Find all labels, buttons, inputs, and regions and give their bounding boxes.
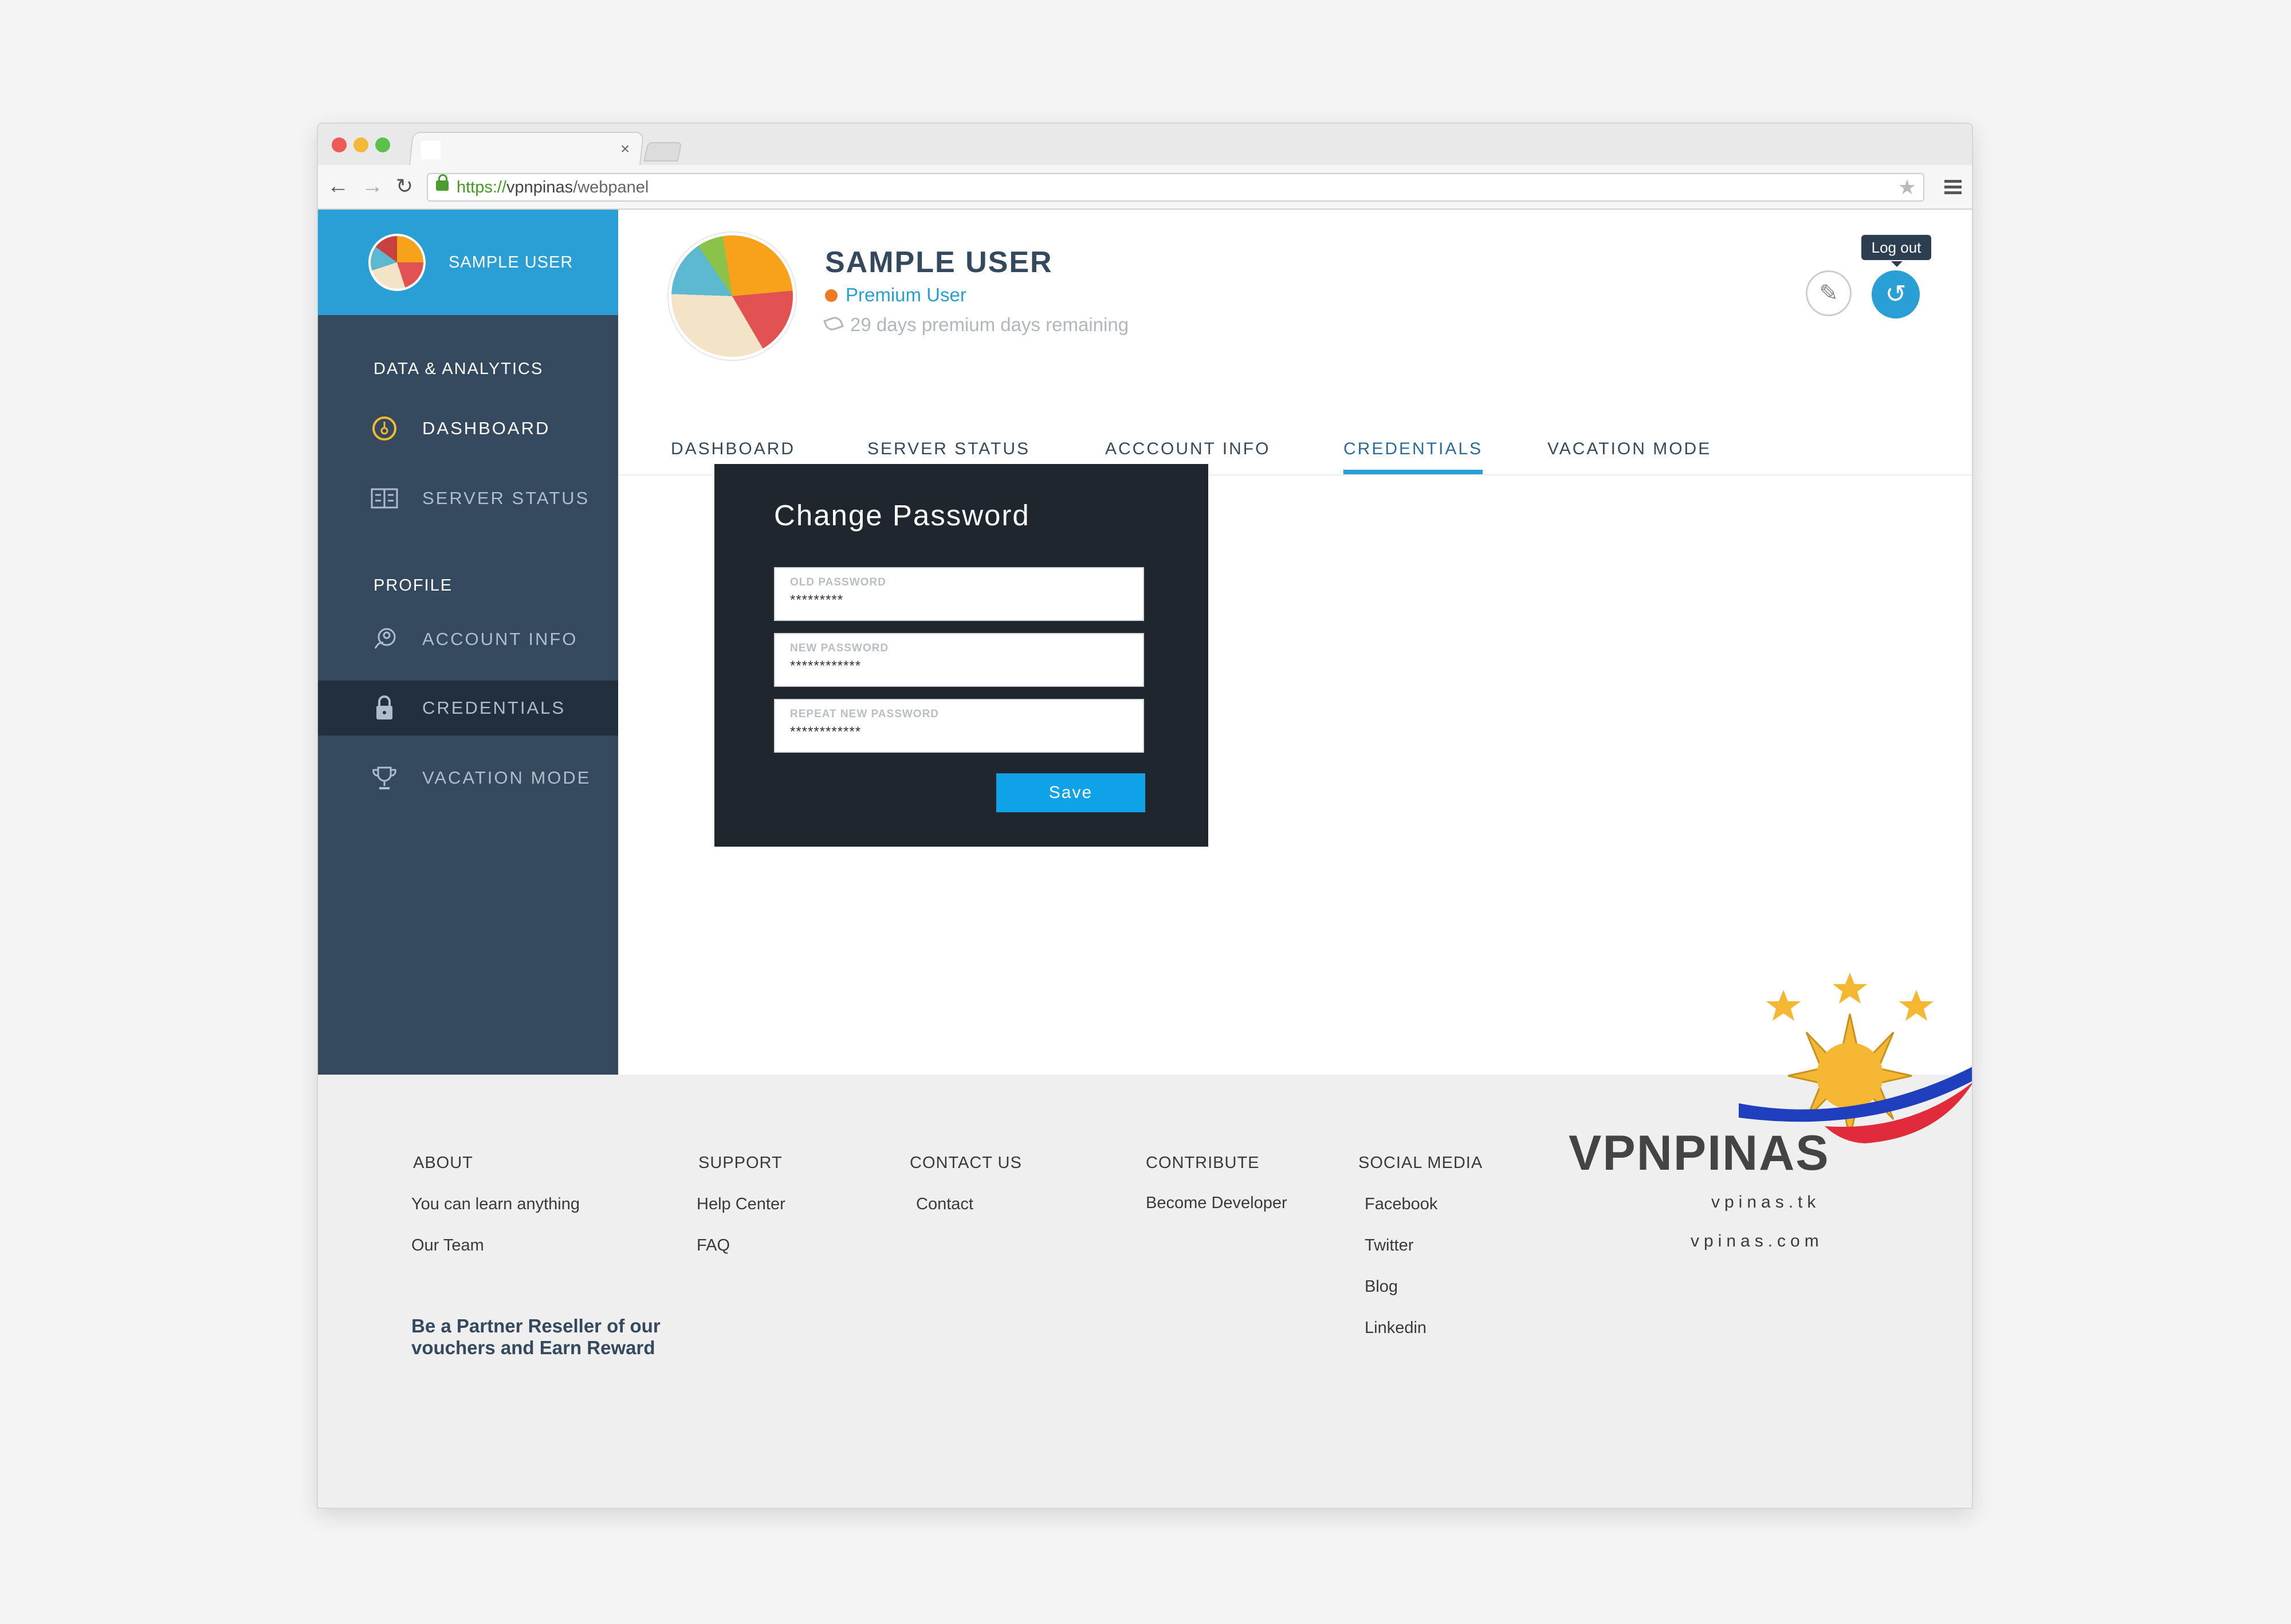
reload-icon[interactable]: ↻: [396, 172, 413, 200]
profile-avatar: [669, 233, 796, 360]
plan-label: Premium User: [846, 284, 966, 305]
footer-link[interactable]: Linkedin: [1365, 1319, 1427, 1338]
sidebar-item-server-status[interactable]: SERVER STATUS: [318, 471, 618, 526]
url-host: vpnpinas: [506, 178, 573, 196]
browser-menu-icon[interactable]: [1944, 180, 1962, 197]
close-window-dot[interactable]: [332, 137, 347, 152]
browser-window: × ← → ↻ https://vpnpinas/webpanel ★ SAMP…: [317, 123, 1973, 1509]
tab-favicon: [421, 141, 441, 159]
sidebar-section-analytics: DATA & ANALYTICS: [374, 360, 544, 378]
tab-credentials[interactable]: CREDENTIALS: [1343, 433, 1483, 474]
star-icon: [1766, 973, 1934, 1021]
field-label: OLD PASSWORD: [790, 576, 886, 588]
zoom-window-dot[interactable]: [375, 137, 390, 152]
field-label: NEW PASSWORD: [790, 642, 889, 654]
tab-close-icon[interactable]: ×: [620, 140, 630, 158]
partner-line: Be a Partner Reseller of our: [411, 1315, 661, 1336]
footer-link[interactable]: Contact: [916, 1195, 973, 1214]
tab-vacation-mode[interactable]: VACATION MODE: [1547, 433, 1711, 474]
days-remaining-text: 29 days premium days remaining: [850, 314, 1129, 335]
leaf-icon: [823, 314, 844, 333]
footer-link[interactable]: Blog: [1365, 1277, 1398, 1296]
field-value: *********: [790, 592, 844, 608]
footer-link[interactable]: Facebook: [1365, 1195, 1437, 1214]
sidebar-item-label: CREDENTIALS: [422, 698, 566, 718]
tab-strip: ×: [318, 124, 1972, 166]
sidebar-item-label: ACCOUNT INFO: [422, 629, 578, 649]
logout-button[interactable]: ↺: [1872, 270, 1920, 318]
trophy-icon: [372, 766, 396, 789]
lock-icon: [376, 695, 392, 719]
minimize-window-dot[interactable]: [353, 137, 368, 152]
back-arrow-icon[interactable]: ←: [327, 172, 349, 200]
save-button[interactable]: Save: [996, 773, 1145, 812]
new-password-field[interactable]: NEW PASSWORD ************: [774, 633, 1144, 687]
change-password-card: Change Password OLD PASSWORD ********* N…: [714, 464, 1208, 847]
footer: ABOUT You can learn anything Our Team SU…: [318, 1075, 1972, 1508]
days-remaining: 29 days premium days remaining: [823, 314, 1129, 336]
footer-link[interactable]: Help Center: [697, 1195, 785, 1214]
footer-contact-heading: CONTACT US: [910, 1154, 1022, 1172]
footer-link[interactable]: You can learn anything: [411, 1195, 580, 1214]
address-bar[interactable]: https://vpnpinas/webpanel ★: [427, 173, 1924, 202]
edit-profile-button[interactable]: ✎: [1806, 270, 1852, 316]
url-scheme: https://: [457, 178, 507, 196]
card-title: Change Password: [774, 499, 1030, 532]
url-path: /webpanel: [573, 178, 649, 196]
footer-link[interactable]: Become Developer: [1146, 1194, 1287, 1213]
footer-support-heading: SUPPORT: [698, 1154, 783, 1172]
dashboard-gauge-icon: [372, 416, 396, 441]
bookmark-star-icon[interactable]: ★: [1898, 174, 1916, 200]
plan-badge: Premium User: [825, 284, 966, 306]
domain-link[interactable]: vpinas.com: [1691, 1232, 1824, 1251]
footer-contribute-heading: CONTRIBUTE: [1146, 1154, 1260, 1172]
sidebar-item-credentials[interactable]: CREDENTIALS: [318, 681, 618, 736]
pencil-icon: ✎: [1819, 281, 1838, 306]
browser-tab[interactable]: [408, 132, 645, 166]
sidebar-user-name: SAMPLE USER: [449, 253, 573, 272]
status-dot-icon: [825, 289, 838, 302]
footer-about-heading: ABOUT: [413, 1154, 473, 1172]
footer-social-heading: SOCIAL MEDIA: [1358, 1154, 1483, 1172]
field-value: ************: [790, 724, 862, 740]
secure-lock-icon: [436, 174, 449, 191]
sidebar-item-label: VACATION MODE: [422, 768, 591, 788]
footer-link[interactable]: FAQ: [697, 1236, 730, 1255]
server-icon: [371, 488, 398, 509]
logout-tooltip: Log out: [1861, 235, 1931, 267]
avatar: [368, 234, 426, 291]
field-label: REPEAT NEW PASSWORD: [790, 708, 940, 720]
browser-toolbar: ← → ↻ https://vpnpinas/webpanel ★: [318, 165, 1972, 210]
forward-arrow-icon[interactable]: →: [361, 172, 383, 200]
sidebar-section-profile: PROFILE: [374, 576, 453, 595]
footer-link[interactable]: Twitter: [1365, 1236, 1413, 1255]
partner-line: vouchers and Earn Reward: [411, 1337, 655, 1358]
sidebar-item-label: DASHBOARD: [422, 418, 551, 438]
profile-name: SAMPLE USER: [825, 246, 1053, 279]
repeat-password-field[interactable]: REPEAT NEW PASSWORD ************: [774, 699, 1144, 753]
account-icon: [374, 628, 396, 649]
sidebar-item-dashboard[interactable]: DASHBOARD: [318, 401, 618, 456]
partner-reseller-text[interactable]: Be a Partner Reseller of our vouchers an…: [411, 1315, 661, 1359]
sidebar-item-account-info[interactable]: ACCOUNT INFO: [318, 612, 618, 667]
sidebar: SAMPLE USER DATA & ANALYTICS DASHBOARD S…: [318, 210, 618, 1075]
domain-link[interactable]: vpinas.tk: [1711, 1193, 1820, 1212]
field-value: ************: [790, 658, 862, 674]
logout-icon: ↺: [1885, 280, 1907, 308]
sidebar-item-label: SERVER STATUS: [422, 488, 590, 508]
old-password-field[interactable]: OLD PASSWORD *********: [774, 567, 1144, 621]
sidebar-user-header[interactable]: SAMPLE USER: [318, 210, 618, 315]
sidebar-item-vacation-mode[interactable]: VACATION MODE: [318, 750, 618, 805]
new-tab-button[interactable]: [643, 142, 682, 162]
vpnpinas-sun-logo: [1739, 973, 1972, 1143]
footer-link[interactable]: Our Team: [411, 1236, 484, 1255]
